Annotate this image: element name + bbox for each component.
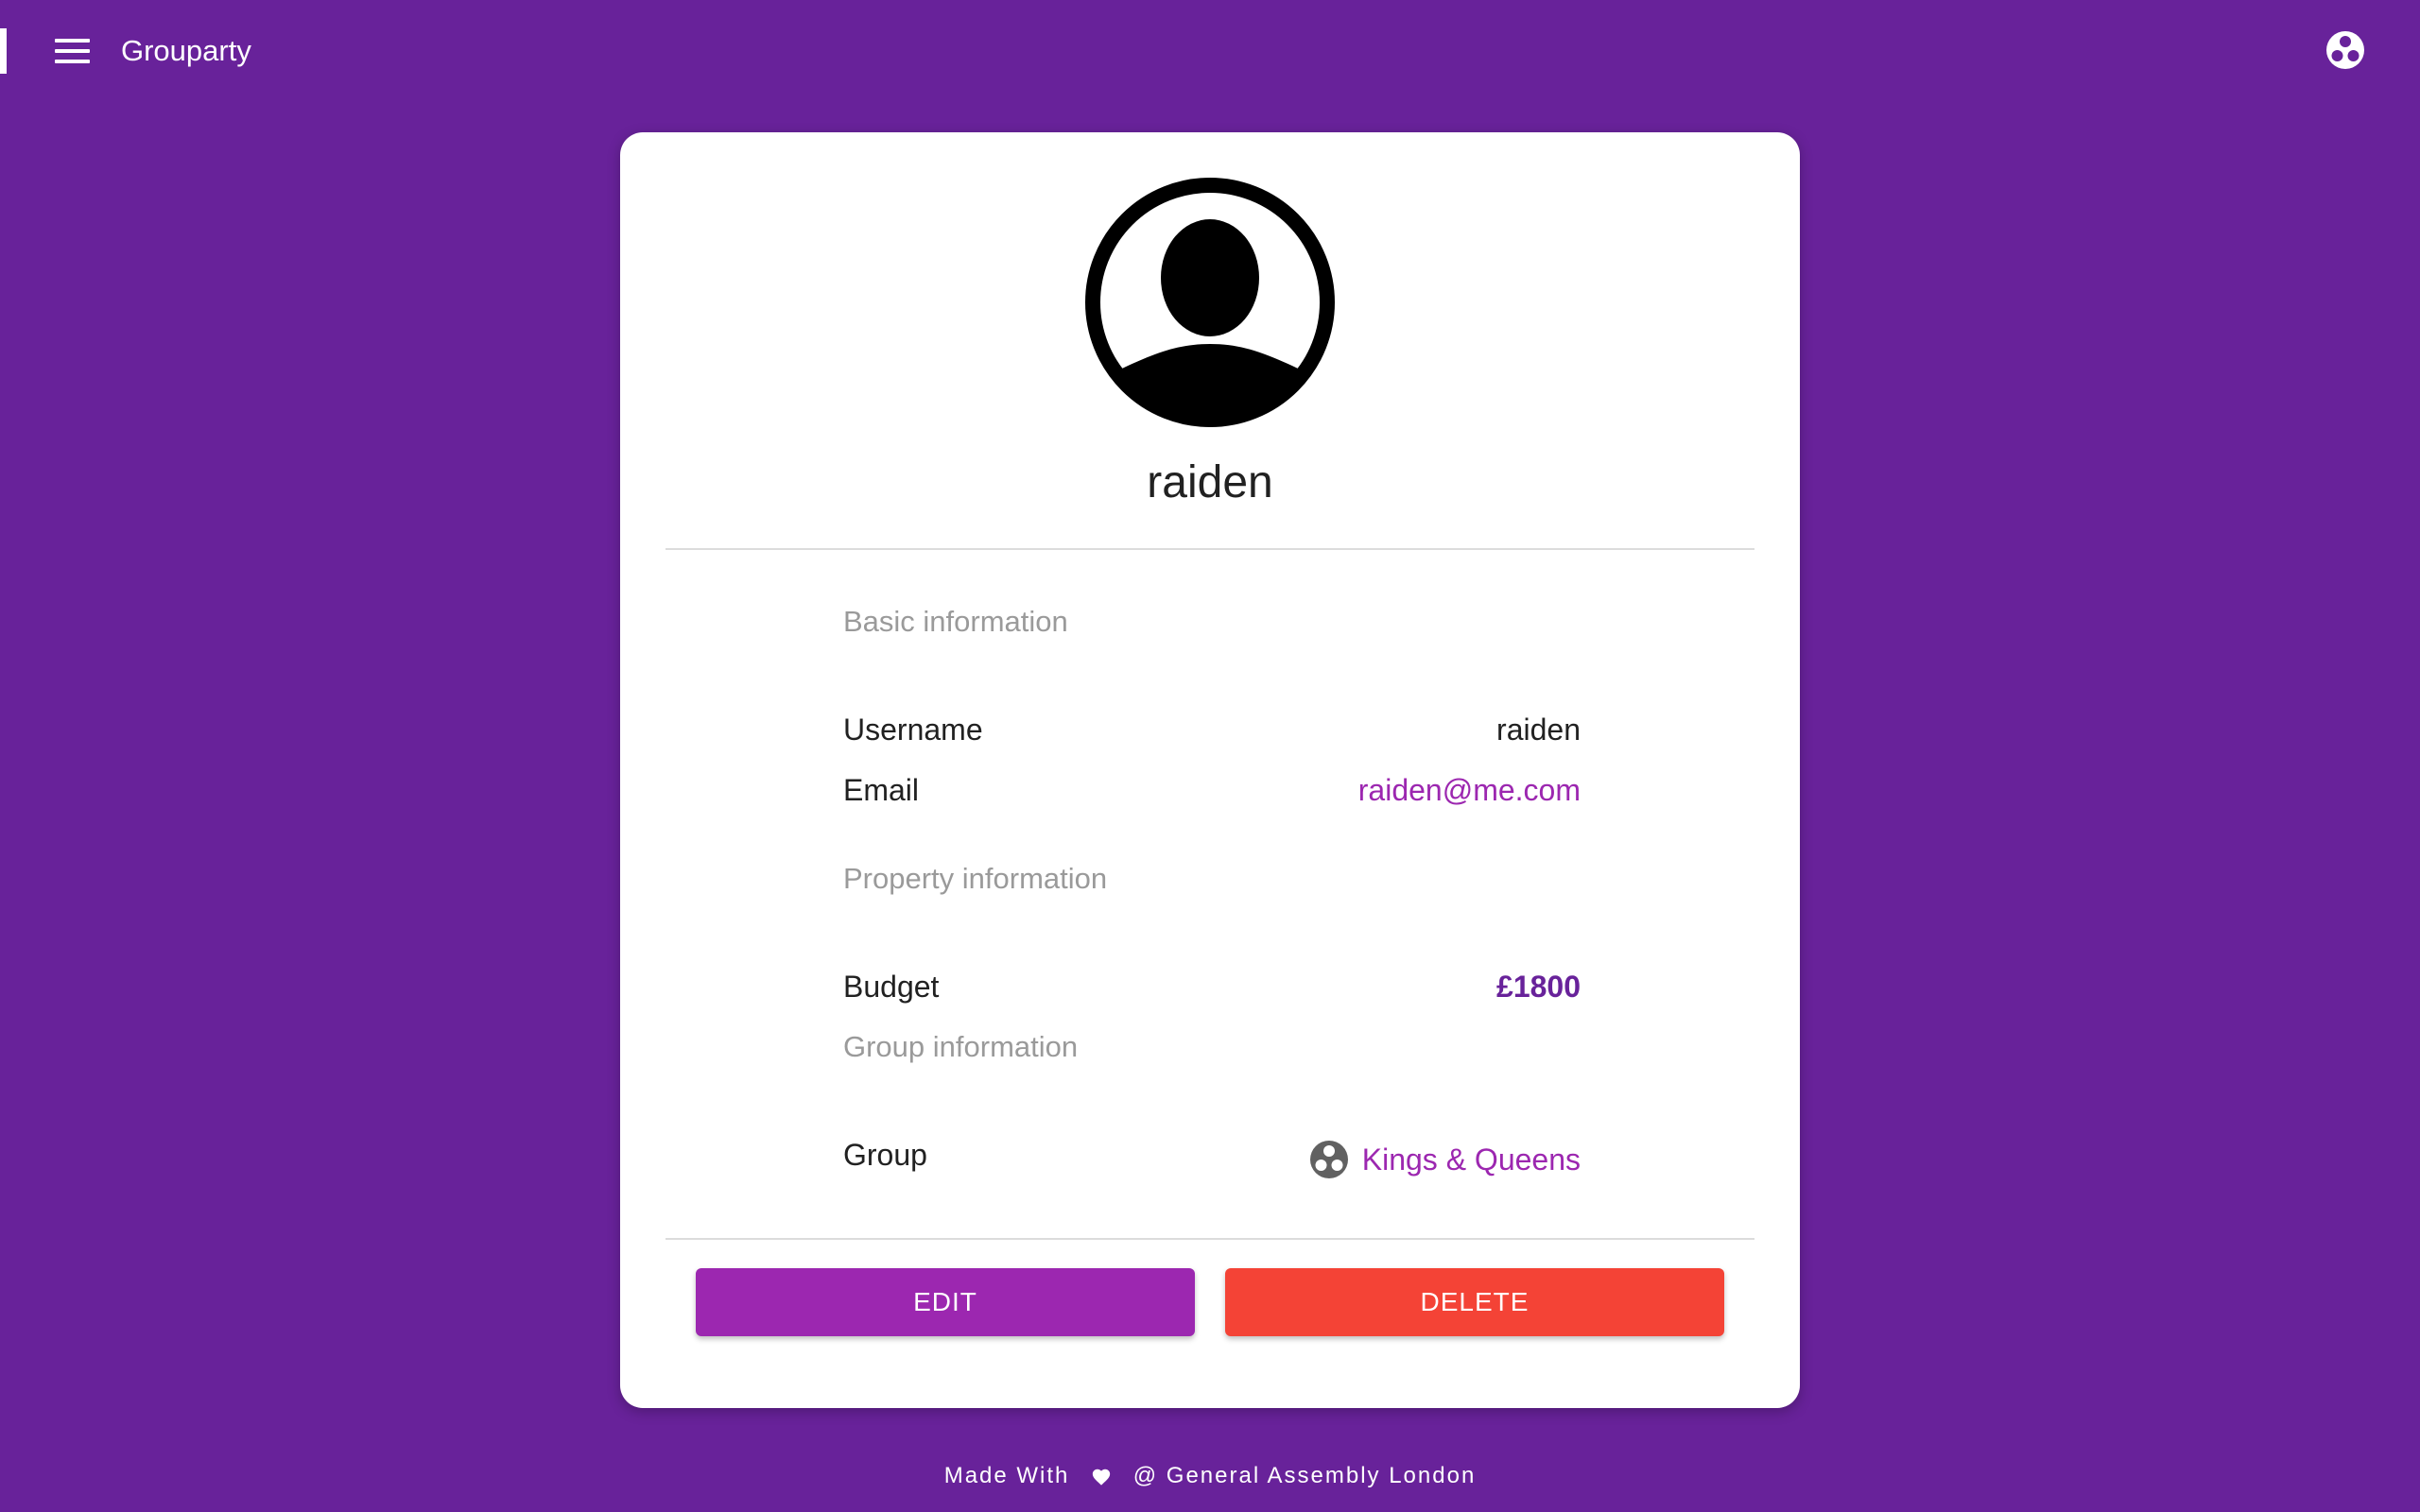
top-app-bar: Grouparty	[0, 0, 2420, 104]
budget-label: Budget	[843, 970, 940, 1004]
group-information-heading: Group information	[843, 1030, 1079, 1063]
profile-card: raiden Basic information Username raiden…	[620, 132, 1800, 1408]
basic-information-heading: Basic information	[843, 605, 1068, 638]
footer-credit: @ General Assembly London	[1132, 1463, 1477, 1488]
profile-name: raiden	[1147, 457, 1273, 507]
heart-icon	[1092, 1469, 1111, 1486]
footer: Made With @ General Assembly London	[0, 1459, 2420, 1493]
edit-button[interactable]: EDIT	[696, 1268, 1195, 1336]
app-title: Grouparty	[121, 34, 251, 67]
email-label: Email	[843, 773, 920, 807]
property-information-heading: Property information	[843, 862, 1108, 895]
email-link[interactable]: raiden@me.com	[1358, 771, 1581, 809]
username-label: Username	[843, 713, 983, 747]
username-value: raiden	[1496, 713, 1581, 747]
menu-button[interactable]	[42, 25, 102, 77]
divider-bottom	[666, 1238, 1754, 1240]
group-name: Kings & Queens	[1361, 1143, 1581, 1177]
budget-value: £1800	[1496, 970, 1581, 1004]
three-dots-circle-logo-icon[interactable]	[2325, 30, 2365, 70]
group-label: Group	[843, 1138, 927, 1172]
divider-top	[666, 548, 1754, 550]
delete-button[interactable]: DELETE	[1225, 1268, 1724, 1336]
group-link[interactable]: Kings & Queens	[1309, 1140, 1581, 1179]
group-logo-icon	[1309, 1141, 1348, 1178]
account-circle-icon	[1085, 178, 1335, 427]
drawer-edge-indicator	[0, 28, 7, 74]
footer-made-with: Made With	[943, 1463, 1070, 1488]
hamburger-menu-icon	[54, 39, 90, 43]
